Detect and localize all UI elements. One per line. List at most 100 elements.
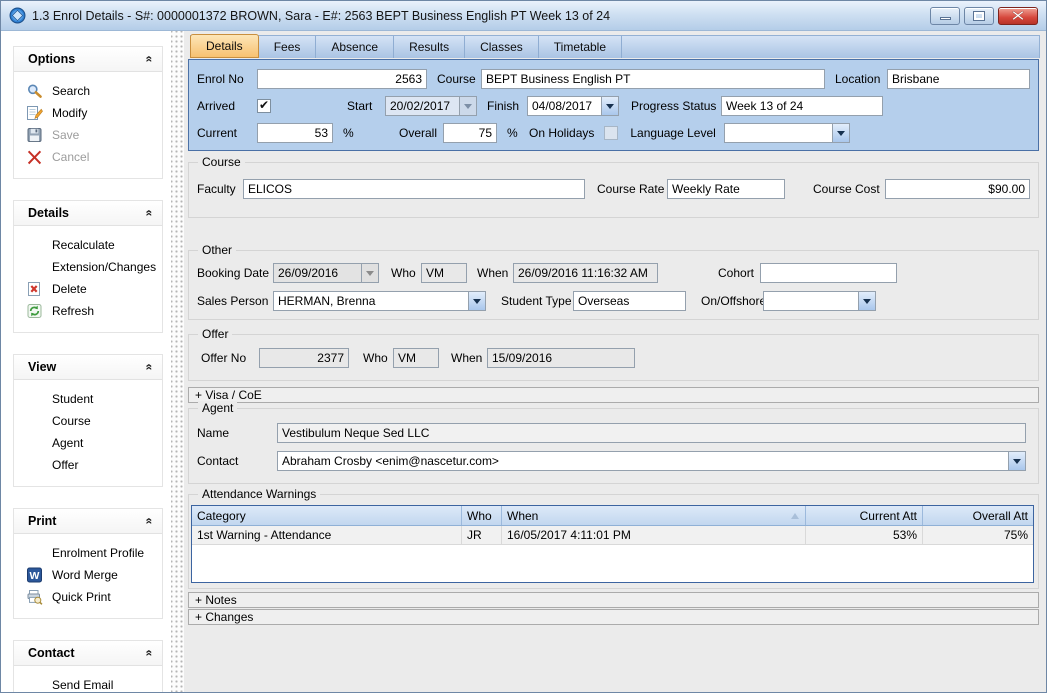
maximize-button[interactable] (964, 7, 994, 25)
column-header-overall-att[interactable]: Overall Att (923, 506, 1033, 525)
sidebar-item-label: Cancel (52, 150, 89, 164)
sidebar-item-quick-print[interactable]: Quick Print (14, 586, 162, 608)
titlebar[interactable]: 1.3 Enrol Details - S#: 0000001372 BROWN… (1, 1, 1046, 31)
dropdown-arrow-icon[interactable] (832, 124, 849, 142)
tab-fees[interactable]: Fees (259, 36, 317, 58)
collapse-chevron-icon[interactable]: « (143, 364, 157, 371)
arrived-checkbox[interactable] (257, 99, 271, 113)
sidebar-group-details-header[interactable]: Details « (14, 201, 162, 226)
agent-contact-value: Abraham Crosby <enim@nascetur.com> (278, 452, 1008, 470)
progress-status-label: Progress Status (631, 99, 721, 113)
sales-person-combo[interactable]: HERMAN, Brenna (273, 291, 486, 311)
tab-classes[interactable]: Classes (465, 36, 539, 58)
table-row[interactable]: 1st Warning - Attendance JR 16/05/2017 4… (192, 526, 1033, 545)
changes-expander[interactable]: + Changes (188, 609, 1039, 625)
enrol-no-field[interactable]: 2563 (257, 69, 427, 89)
sidebar-item-label: Search (52, 84, 90, 98)
course-rate-field[interactable]: Weekly Rate (667, 179, 785, 199)
dropdown-arrow-icon[interactable] (601, 97, 618, 115)
collapse-chevron-icon[interactable]: « (143, 56, 157, 63)
sidebar-group-title: Options (28, 52, 75, 66)
other-groupbox-legend: Other (198, 243, 236, 257)
sidebar-item-label: Course (52, 414, 91, 428)
sidebar-item-extension-changes[interactable]: Extension/Changes (14, 256, 162, 278)
sidebar-item-agent[interactable]: Agent (14, 432, 162, 454)
agent-groupbox-legend: Agent (198, 401, 237, 415)
sidebar-group-contact-header[interactable]: Contact « (14, 641, 162, 666)
language-level-combo[interactable] (724, 123, 850, 143)
sidebar-item-label: Delete (52, 282, 87, 296)
collapse-chevron-icon[interactable]: « (143, 650, 157, 657)
tab-absence[interactable]: Absence (316, 36, 394, 58)
sidebar-item-send-email[interactable]: Send Email (14, 674, 162, 692)
offer-no-field: 2377 (259, 348, 349, 368)
onoffshore-value (764, 292, 858, 310)
column-header-current-att[interactable]: Current Att (806, 506, 923, 525)
cohort-field[interactable] (760, 263, 897, 283)
agent-name-field: Vestibulum Neque Sed LLC (277, 423, 1026, 443)
sidebar-item-enrolment-profile[interactable]: Enrolment Profile (14, 542, 162, 564)
sidebar-item-recalculate[interactable]: Recalculate (14, 234, 162, 256)
tab-timetable[interactable]: Timetable (539, 36, 622, 58)
dropdown-arrow-icon[interactable] (1008, 452, 1025, 470)
word-icon: W (26, 567, 43, 583)
sidebar-item-offer[interactable]: Offer (14, 454, 162, 476)
sidebar-item-label: Refresh (52, 304, 94, 318)
close-button[interactable] (998, 7, 1038, 25)
minimize-button[interactable] (930, 7, 960, 25)
sidebar-item-course[interactable]: Course (14, 410, 162, 432)
sidebar-item-delete[interactable]: Delete (14, 278, 162, 300)
dropdown-arrow-icon (459, 97, 476, 115)
sidebar-item-word-merge[interactable]: W Word Merge (14, 564, 162, 586)
sidebar-group-title: View (28, 360, 56, 374)
overall-field[interactable]: 75 (443, 123, 497, 143)
course-field[interactable]: BEPT Business English PT (481, 69, 825, 89)
progress-status-field[interactable]: Week 13 of 24 (721, 96, 883, 116)
current-field[interactable]: 53 (257, 123, 333, 143)
table-header-row: Category Who When Current Att Overall At… (192, 506, 1033, 526)
sidebar-splitter[interactable] (171, 31, 184, 692)
sidebar-item-modify[interactable]: Modify (14, 102, 162, 124)
tab-results[interactable]: Results (394, 36, 465, 58)
percent-sign: % (343, 126, 357, 140)
sidebar-group-print-header[interactable]: Print « (14, 509, 162, 534)
student-type-field[interactable]: Overseas (573, 291, 686, 311)
sales-person-value: HERMAN, Brenna (274, 292, 468, 310)
agent-groupbox: Agent Name Vestibulum Neque Sed LLC Cont… (188, 408, 1039, 484)
faculty-field[interactable]: ELICOS (243, 179, 585, 199)
dropdown-arrow-icon[interactable] (468, 292, 485, 310)
sidebar-group-title: Print (28, 514, 56, 528)
tab-label: Timetable (554, 40, 606, 54)
column-header-category[interactable]: Category (192, 506, 462, 525)
onoffshore-combo[interactable] (763, 291, 876, 311)
dropdown-arrow-icon (361, 264, 378, 282)
sidebar-item-search[interactable]: Search (14, 80, 162, 102)
finish-date-combo[interactable]: 04/08/2017 (527, 96, 619, 116)
notes-expander[interactable]: + Notes (188, 592, 1039, 608)
booking-date-value: 26/09/2016 (274, 264, 361, 282)
enrol-summary-panel: Enrol No 2563 Course BEPT Business Engli… (188, 59, 1039, 151)
dropdown-arrow-icon[interactable] (858, 292, 875, 310)
cell-who: JR (462, 526, 502, 544)
agent-contact-combo[interactable]: Abraham Crosby <enim@nascetur.com> (277, 451, 1026, 471)
sidebar-group-view-header[interactable]: View « (14, 355, 162, 380)
tab-details[interactable]: Details (190, 34, 259, 58)
sidebar-item-refresh[interactable]: Refresh (14, 300, 162, 322)
modify-icon (26, 105, 43, 121)
delete-icon (26, 281, 43, 297)
cell-when: 16/05/2017 4:11:01 PM (502, 526, 806, 544)
tab-label: Fees (274, 40, 301, 54)
visa-coe-expander[interactable]: + Visa / CoE (188, 387, 1039, 403)
sidebar-item-student[interactable]: Student (14, 388, 162, 410)
collapse-chevron-icon[interactable]: « (143, 210, 157, 217)
location-field[interactable]: Brisbane (887, 69, 1030, 89)
when-label: When (451, 351, 487, 365)
sidebar-group-options-header[interactable]: Options « (14, 47, 162, 72)
collapse-chevron-icon[interactable]: « (143, 518, 157, 525)
offer-no-label: Offer No (201, 351, 259, 365)
student-type-label: Student Type (501, 294, 573, 308)
course-cost-field[interactable]: $90.00 (885, 179, 1030, 199)
tab-label: Classes (480, 40, 523, 54)
column-header-who[interactable]: Who (462, 506, 502, 525)
column-header-when[interactable]: When (502, 506, 806, 525)
